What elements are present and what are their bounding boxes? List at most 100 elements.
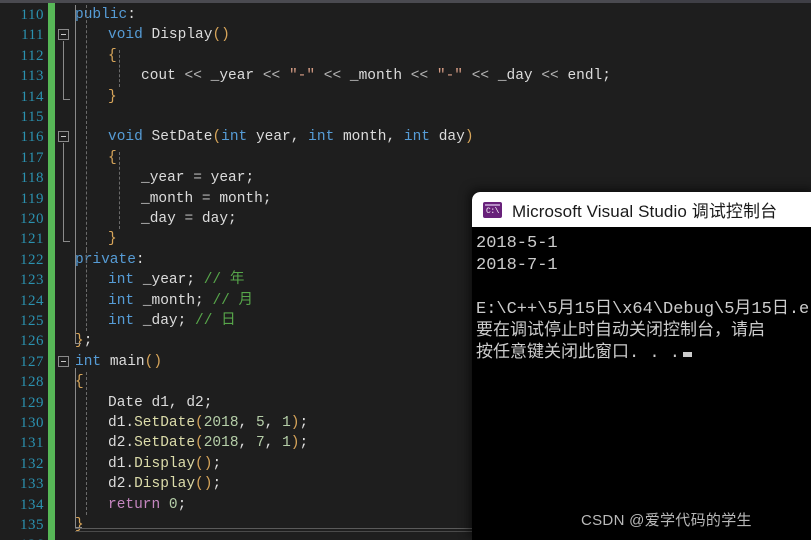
- code-line[interactable]: int _day; // 日: [108, 311, 236, 331]
- line-number: 123: [20, 272, 44, 289]
- code-token: Display: [151, 27, 213, 44]
- line-number: 122: [20, 251, 44, 268]
- line-number: 133: [20, 476, 44, 493]
- console-output-lines: 2018-5-1 2018-7-1 E:\C++\5月15日\x64\Debug\5…: [476, 233, 811, 365]
- line-number: 121: [20, 231, 44, 248]
- outline-bracket-main: [75, 367, 76, 527]
- code-token: int: [403, 129, 439, 146]
- code-line[interactable]: int main(): [75, 352, 162, 372]
- console-output-line: 要在调试停止时自动关闭控制台，请启: [476, 322, 765, 341]
- code-token: year,: [255, 129, 309, 146]
- code-token: ,: [264, 435, 283, 452]
- code-line[interactable]: d1.Display();: [108, 454, 221, 474]
- code-line[interactable]: void Display(): [108, 25, 230, 45]
- line-number: 124: [20, 292, 44, 309]
- indent-guide-main-body: [86, 372, 87, 515]
- code-token: ;: [212, 476, 222, 493]
- code-token: (): [144, 353, 163, 370]
- line-number: 132: [20, 455, 44, 472]
- code-token: Date: [108, 394, 152, 411]
- code-token: 1: [282, 435, 291, 452]
- collapse-region-toggle[interactable]: [58, 131, 69, 143]
- code-line[interactable]: public:: [75, 5, 136, 25]
- code-token: ;: [262, 190, 272, 207]
- code-token: _month: [349, 68, 411, 85]
- collapse-region-toggle[interactable]: [58, 355, 69, 367]
- code-token: SetDate: [151, 129, 213, 146]
- code-line[interactable]: int _year; // 年: [108, 270, 244, 290]
- code-line[interactable]: {: [108, 148, 117, 168]
- code-line[interactable]: Date d1, d2;: [108, 393, 212, 413]
- csdn-watermark: CSDN @爱学代码的学生: [581, 512, 752, 529]
- line-number: 116: [20, 129, 44, 146]
- console-window[interactable]: C:\ Microsoft Visual Studio 调试控制台 2018-5…: [472, 192, 811, 540]
- code-line[interactable]: {: [75, 372, 84, 392]
- editor-bottom-divider: [75, 528, 486, 529]
- line-number: 117: [20, 149, 44, 166]
- outline-bracket-class-end: [75, 343, 81, 345]
- outline-bracket-setdate: [63, 143, 64, 242]
- code-token: .: [125, 415, 135, 431]
- code-token: }: [108, 231, 117, 248]
- code-token: int: [108, 272, 143, 289]
- code-token: <<: [323, 68, 350, 85]
- code-token: endl: [567, 68, 603, 85]
- code-line[interactable]: return 0;: [108, 495, 186, 515]
- code-token: _day: [141, 211, 185, 227]
- code-token: _year: [141, 170, 194, 187]
- line-number: 114: [20, 88, 44, 105]
- code-token: ;: [83, 333, 93, 350]
- code-token: ;: [299, 415, 309, 431]
- collapse-region-toggle[interactable]: [58, 29, 69, 41]
- code-line[interactable]: };: [75, 331, 92, 351]
- code-token: private: [75, 251, 136, 268]
- console-output-area[interactable]: 2018-5-1 2018-7-1 E:\C++\5月15日\x64\Debug\5…: [472, 227, 811, 540]
- code-token: int: [308, 129, 343, 146]
- code-token: ;: [195, 292, 213, 309]
- code-token: ): [464, 129, 474, 146]
- code-line[interactable]: cout << _year << "-" << _month << "-" <<…: [141, 66, 611, 86]
- code-token: _month: [141, 190, 202, 207]
- change-tracking-bar: [48, 3, 55, 540]
- code-token: ,: [238, 435, 256, 452]
- code-line[interactable]: d1.SetDate(2018, 5, 1);: [108, 413, 308, 433]
- code-token: ;: [299, 435, 309, 452]
- code-token: (): [195, 455, 213, 472]
- code-token: Display: [134, 455, 196, 472]
- code-token: 2018: [203, 415, 239, 431]
- code-token: cout: [141, 68, 185, 85]
- code-token: int: [75, 353, 110, 370]
- code-token: void: [108, 27, 152, 44]
- code-token: (: [195, 435, 204, 452]
- code-token: return: [108, 496, 169, 513]
- code-line[interactable]: int _month; // 月: [108, 291, 253, 311]
- line-number: 125: [20, 313, 44, 329]
- code-line[interactable]: d2.SetDate(2018, 7, 1);: [108, 433, 308, 453]
- line-number: 128: [20, 374, 44, 391]
- code-outlining-margin[interactable]: [55, 3, 75, 540]
- code-line[interactable]: d2.Display();: [108, 474, 221, 494]
- console-cursor: [683, 352, 693, 357]
- code-token: (: [212, 129, 222, 146]
- code-line[interactable]: void SetDate(int year, int month, int da…: [108, 127, 474, 147]
- console-title-text: Microsoft Visual Studio 调试控制台: [512, 202, 778, 221]
- console-title-bar[interactable]: C:\ Microsoft Visual Studio 调试控制台: [472, 192, 811, 227]
- line-number: 118: [20, 170, 44, 187]
- code-token: "-": [288, 68, 324, 85]
- code-line[interactable]: _year = year;: [141, 168, 254, 188]
- code-line[interactable]: _day = day;: [141, 209, 237, 229]
- code-line[interactable]: _month = month;: [141, 189, 272, 209]
- code-token: int: [108, 313, 143, 329]
- code-line[interactable]: {: [108, 46, 117, 66]
- code-token: 1: [282, 415, 291, 431]
- code-token: <<: [262, 68, 289, 85]
- code-token: {: [108, 47, 117, 64]
- code-token: ;: [602, 68, 611, 85]
- code-token: d1, d2: [151, 394, 204, 411]
- code-line[interactable]: }: [108, 87, 117, 107]
- code-line[interactable]: }: [108, 229, 117, 249]
- outline-bracket-display-end: [63, 98, 70, 100]
- code-token: // 日: [195, 313, 236, 329]
- console-output-line: E:\C++\5月15日\x64\Debug\5月15日.e: [476, 300, 810, 319]
